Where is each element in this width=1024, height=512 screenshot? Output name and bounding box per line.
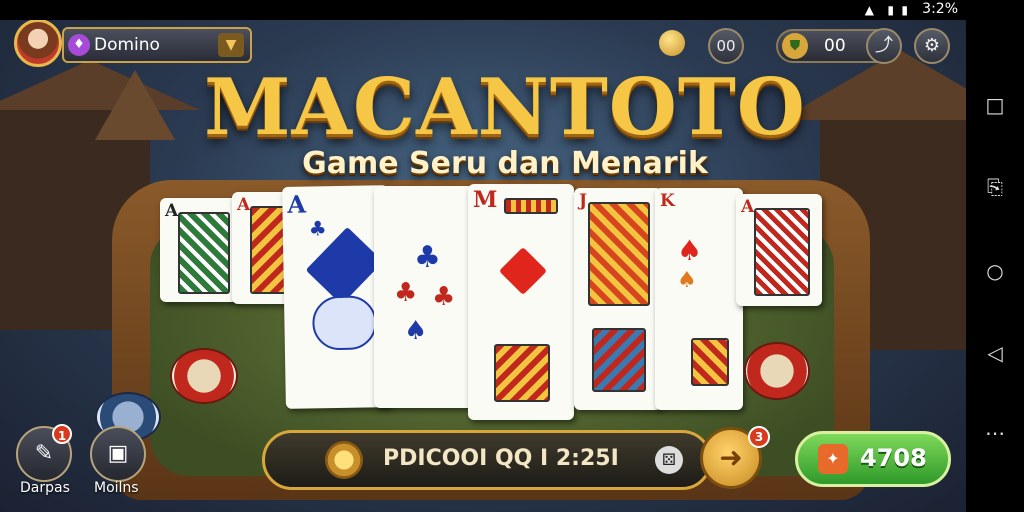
darpas-label: Darpas bbox=[20, 480, 70, 496]
poker-chip bbox=[170, 348, 238, 404]
back-triangle-icon[interactable]: ◁ bbox=[982, 340, 1008, 366]
card-rank: A bbox=[237, 195, 251, 215]
chevron-down-icon[interactable]: ▼ bbox=[218, 33, 244, 57]
tag-icon: ✎ bbox=[34, 441, 54, 466]
play-badge: 3 bbox=[748, 426, 770, 448]
avatar[interactable] bbox=[14, 19, 62, 67]
notification-badge: 1 bbox=[52, 424, 72, 444]
playing-card[interactable]: M bbox=[468, 184, 574, 420]
bet-bar-text: PDICOOI QQ I 2:25I bbox=[383, 446, 619, 471]
card-rank: J bbox=[579, 191, 588, 211]
battery-icon: ▮ bbox=[901, 3, 908, 17]
shield-icon: ⛊ bbox=[782, 33, 808, 59]
card-rank: K bbox=[660, 191, 675, 211]
signal-icon: ▮ bbox=[887, 3, 894, 17]
game-subtitle: Game Seru dan Menarik bbox=[302, 146, 708, 181]
moilns-label: Moilns bbox=[94, 480, 139, 496]
arrow-right-icon: ➜ bbox=[719, 441, 743, 474]
club-icon: ♣ bbox=[414, 240, 441, 275]
playing-card[interactable]: ♣ ♣ ♣ ♠ bbox=[374, 186, 474, 408]
wifi-icon: ▲ bbox=[864, 3, 874, 17]
reward-value: 4708 bbox=[860, 444, 927, 472]
playing-card[interactable]: J bbox=[574, 188, 662, 410]
poker-chip bbox=[744, 342, 810, 400]
playing-card[interactable]: A bbox=[160, 198, 238, 302]
settings-gear-icon[interactable]: ⚙ bbox=[914, 28, 950, 64]
more-options-icon[interactable]: ⋯ bbox=[982, 420, 1008, 446]
playing-card[interactable]: A bbox=[736, 194, 822, 306]
coin-icon bbox=[325, 441, 363, 479]
game-title: MACANTOTO bbox=[204, 62, 806, 153]
status-time: 3:2% bbox=[922, 1, 958, 17]
club-icon: ♣ bbox=[308, 216, 327, 241]
heart-icon: ♣ bbox=[394, 278, 418, 308]
bet-bar[interactable]: PDICOOI QQ I 2:25I ⚄ bbox=[262, 430, 712, 490]
card-rank: A bbox=[287, 189, 307, 219]
counter-button[interactable]: 00 bbox=[708, 28, 744, 64]
spade-icon: ♠ bbox=[677, 268, 697, 293]
card-rank: A bbox=[165, 201, 179, 221]
currency-value: 00 bbox=[824, 36, 846, 56]
player-name: Domino bbox=[94, 35, 160, 55]
counter-value: 00 bbox=[716, 37, 736, 55]
card-rank: A bbox=[741, 197, 755, 217]
gem-icon: ♦ bbox=[68, 34, 90, 56]
recents-square-icon[interactable]: □ bbox=[982, 92, 1008, 118]
moilns-button[interactable]: ▣ bbox=[90, 426, 146, 482]
playing-card[interactable]: K ♠ ♠ bbox=[655, 188, 743, 410]
card-rank: M bbox=[473, 187, 498, 213]
gift-icon: ✦ bbox=[818, 444, 848, 474]
heart-icon: ♠ bbox=[677, 234, 703, 267]
search-icon[interactable]: ○ bbox=[982, 258, 1008, 284]
game-screen: A A A ♣ ♣ ♣ ♣ ♠ M J K ♠ ♠ A ♦ Domino ▼ 0… bbox=[0, 0, 966, 512]
system-nav-bar: □ ⎘ ○ ◁ ⋯ bbox=[966, 0, 1024, 512]
heart-icon: ♣ bbox=[432, 282, 456, 312]
briefcase-icon: ▣ bbox=[107, 441, 129, 466]
screenshot-icon[interactable]: ⎘ bbox=[982, 174, 1008, 200]
reward-button[interactable]: ✦ 4708 bbox=[795, 431, 951, 487]
player-name-box[interactable]: ♦ Domino ▼ bbox=[62, 27, 252, 63]
hook-icon[interactable]: ⤴ bbox=[866, 28, 902, 64]
dice-icon[interactable]: ⚄ bbox=[655, 446, 683, 474]
status-bar: ▲ ▮ ▮ 3:2% bbox=[0, 0, 1024, 20]
spade-icon: ♠ bbox=[404, 316, 428, 346]
gold-gem-icon bbox=[659, 30, 685, 56]
